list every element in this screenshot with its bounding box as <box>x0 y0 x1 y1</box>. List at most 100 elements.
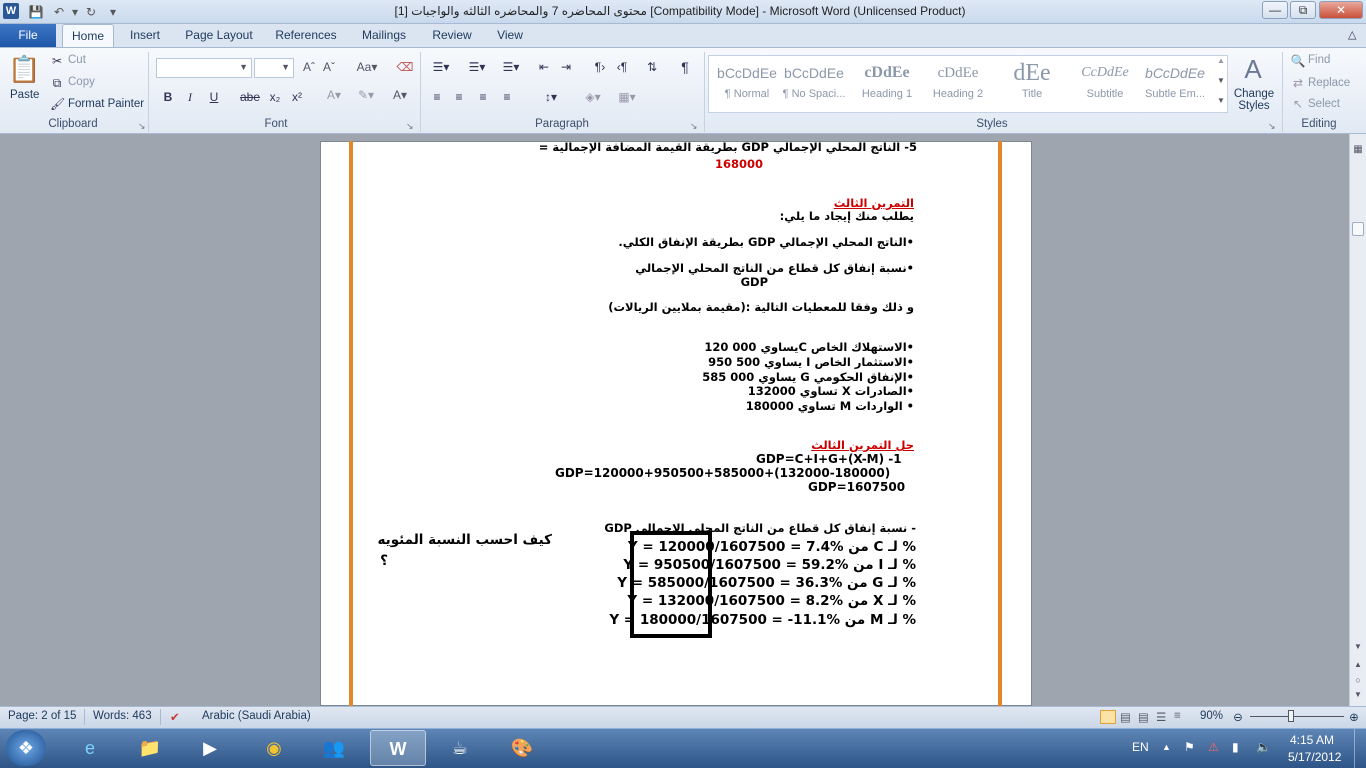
style-no-spacing[interactable]: bCcDdEe ¶ No Spaci... <box>777 58 851 108</box>
gallery-up-icon[interactable]: ▲ <box>1214 56 1228 65</box>
underline-button[interactable]: U <box>206 90 222 104</box>
tab-file[interactable]: File <box>0 24 56 47</box>
tab-mailings[interactable]: Mailings <box>354 24 414 47</box>
ribbon-collapse-icon[interactable]: △ <box>1348 28 1362 42</box>
device-warning-icon[interactable]: ⚠ <box>1208 740 1219 754</box>
vertical-scrollbar[interactable]: ▦ ▼ ▲ ○ ▼ <box>1349 134 1366 706</box>
internet-explorer-icon[interactable]: e <box>62 730 118 766</box>
network-signal-icon[interactable]: ▮ <box>1232 740 1239 754</box>
paste-button[interactable]: Paste <box>10 89 39 101</box>
language-indicator[interactable]: Arabic (Saudi Arabia) <box>202 710 311 722</box>
customize-quick-access-icon[interactable]: ▾ <box>104 3 122 21</box>
align-left-icon[interactable]: ≡ <box>428 90 446 104</box>
superscript-button[interactable]: x² <box>288 90 306 104</box>
draft-view-icon[interactable]: ≡ <box>1174 710 1181 722</box>
tab-page-layout[interactable]: Page Layout <box>180 24 258 47</box>
font-size-dropdown[interactable]: ▼ <box>254 58 294 78</box>
tab-references[interactable]: References <box>270 24 342 47</box>
increase-indent-icon[interactable]: ⇥ <box>556 60 576 74</box>
show-desktop-button[interactable] <box>1354 729 1366 768</box>
ltr-direction-icon[interactable]: ¶› <box>590 60 610 74</box>
volume-icon[interactable]: 🔈 <box>1256 740 1271 754</box>
zoom-in-icon[interactable]: ⊕ <box>1346 710 1362 724</box>
chrome-icon[interactable]: ◉ <box>246 730 302 766</box>
show-hidden-icons-icon[interactable]: ▲ <box>1162 742 1171 752</box>
multilevel-list-icon[interactable]: ☰▾ <box>498 60 524 74</box>
grow-font-icon[interactable]: Aˆ <box>300 60 318 74</box>
style-normal[interactable]: bCcDdEe ¶ Normal <box>710 58 784 108</box>
word-count[interactable]: Words: 463 <box>93 710 152 722</box>
word-logo-icon[interactable]: W <box>3 3 19 19</box>
clear-formatting-icon[interactable]: ⌫ <box>396 60 414 74</box>
language-bar[interactable]: EN <box>1132 740 1149 754</box>
replace-button[interactable]: Replace <box>1308 77 1350 89</box>
zoom-slider-thumb[interactable] <box>1288 710 1294 722</box>
close-button[interactable]: ✕ <box>1319 1 1363 19</box>
change-case-icon[interactable]: Aa▾ <box>354 60 380 74</box>
shrink-font-icon[interactable]: Aˇ <box>320 60 338 74</box>
paste-icon[interactable]: 📋 <box>8 54 40 88</box>
decrease-indent-icon[interactable]: ⇤ <box>534 60 554 74</box>
font-launcher-icon[interactable]: ↘ <box>406 121 414 132</box>
style-subtitle[interactable]: CcDdEe Subtitle <box>1068 58 1142 108</box>
bold-button[interactable]: B <box>160 90 176 104</box>
zoom-level[interactable]: 90% <box>1200 710 1223 722</box>
borders-icon[interactable]: ▦▾ <box>614 90 640 104</box>
action-center-flag-icon[interactable]: ⚑ <box>1184 740 1195 754</box>
align-right-icon[interactable]: ≡ <box>474 90 492 104</box>
strikethrough-button[interactable]: abe <box>238 90 262 104</box>
tab-view[interactable]: View <box>490 24 530 47</box>
previous-page-icon[interactable]: ▲ <box>1351 660 1365 669</box>
find-button[interactable]: Find <box>1308 54 1330 66</box>
scroll-down-icon[interactable]: ▼ <box>1351 642 1365 651</box>
java-icon[interactable]: ☕ <box>432 730 488 766</box>
zoom-out-icon[interactable]: ⊖ <box>1230 710 1246 724</box>
outline-view-icon[interactable]: ☰ <box>1156 710 1166 724</box>
paint-icon[interactable]: 🎨 <box>494 730 550 766</box>
highlight-color-icon[interactable]: ✎▾ <box>352 88 380 102</box>
network-app-icon[interactable]: 👥 <box>306 730 362 766</box>
media-player-icon[interactable]: ▶ <box>182 730 238 766</box>
styles-launcher-icon[interactable]: ↘ <box>1268 121 1276 132</box>
align-center-icon[interactable]: ≡ <box>450 90 468 104</box>
italic-button[interactable]: I <box>182 90 198 105</box>
paragraph-launcher-icon[interactable]: ↘ <box>690 121 698 132</box>
line-spacing-icon[interactable]: ↕▾ <box>538 90 564 104</box>
select-button[interactable]: Select <box>1308 98 1340 110</box>
sort-icon[interactable]: ⇅ <box>642 60 662 74</box>
next-page-icon[interactable]: ▼ <box>1351 690 1365 699</box>
style-heading-1[interactable]: cDdEe Heading 1 <box>850 58 924 108</box>
bullets-icon[interactable]: ☰▾ <box>428 60 454 74</box>
full-screen-view-icon[interactable]: ▤ <box>1120 710 1131 724</box>
print-layout-view-icon[interactable] <box>1100 710 1116 724</box>
gallery-more-icon[interactable]: ▼ <box>1214 96 1228 105</box>
numbering-icon[interactable]: ☰▾ <box>464 60 490 74</box>
clipboard-launcher-icon[interactable]: ↘ <box>138 121 146 132</box>
redo-icon[interactable]: ↻ <box>82 3 100 21</box>
justify-icon[interactable]: ≡ <box>498 90 516 104</box>
subscript-button[interactable]: x₂ <box>266 90 284 104</box>
zoom-slider[interactable] <box>1250 716 1344 717</box>
rtl-direction-icon[interactable]: ‹¶ <box>612 60 632 74</box>
copy-button[interactable]: Copy <box>68 76 95 88</box>
save-icon[interactable]: 💾 <box>27 3 45 21</box>
tab-home[interactable]: Home <box>62 24 114 47</box>
change-styles-button[interactable]: Change Styles <box>1232 88 1276 112</box>
minimize-button[interactable]: — <box>1262 1 1288 19</box>
shading-icon[interactable]: ◈▾ <box>580 90 606 104</box>
show-formatting-button[interactable]: ¶ <box>676 59 694 75</box>
scroll-thumb[interactable] <box>1352 222 1364 236</box>
web-layout-view-icon[interactable]: ▤ <box>1138 710 1149 724</box>
file-explorer-icon[interactable]: 📁 <box>122 730 178 766</box>
style-subtle-emphasis[interactable]: bCcDdEe Subtle Em... <box>1138 58 1212 108</box>
word-taskbar-icon[interactable]: W <box>370 730 426 766</box>
start-button[interactable]: ❖ <box>6 730 46 766</box>
format-painter-button[interactable]: Format Painter <box>68 98 144 110</box>
font-name-dropdown[interactable]: ▼ <box>156 58 252 78</box>
clock-time[interactable]: 4:15 AM <box>1290 733 1334 747</box>
browse-object-icon[interactable]: ○ <box>1351 675 1365 685</box>
page-count[interactable]: Page: 2 of 15 <box>8 710 76 722</box>
gallery-down-icon[interactable]: ▼ <box>1214 76 1228 85</box>
restore-button[interactable]: ⧉ <box>1290 1 1316 19</box>
font-color-icon[interactable]: A▾ <box>388 88 412 102</box>
